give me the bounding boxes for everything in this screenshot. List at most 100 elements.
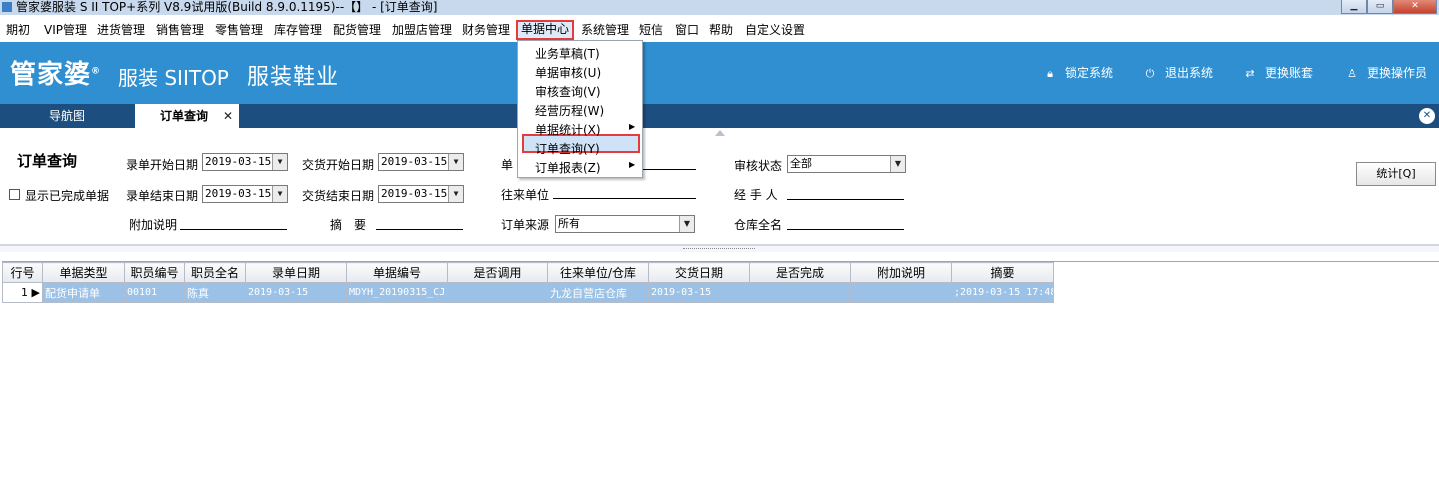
partner-input[interactable] bbox=[553, 198, 696, 199]
show-completed-checkbox[interactable] bbox=[9, 189, 20, 200]
brand-logo: 管家婆® bbox=[10, 60, 102, 90]
tab-bar: 导航图 订单查询 ✕ ✕ bbox=[0, 104, 1439, 128]
menu-item-vip[interactable]: VIP管理 bbox=[44, 21, 87, 39]
menu-item-franchise[interactable]: 加盟店管理 bbox=[392, 21, 452, 39]
audit-status-select[interactable]: 全部 ▼ bbox=[787, 155, 906, 173]
menu-item-system[interactable]: 系统管理 bbox=[581, 21, 629, 39]
table-row[interactable]: 1 ▶ 配货申请单 00101 陈真 2019-03-15 MDYH_20190… bbox=[2, 282, 1054, 303]
handler-input[interactable] bbox=[787, 199, 904, 200]
menu-item-document-statistics[interactable]: 单据统计(X) bbox=[535, 121, 601, 138]
menu-item-business-draft[interactable]: 业务草稿(T) bbox=[535, 45, 600, 62]
tab-order-query[interactable]: 订单查询 ✕ bbox=[135, 104, 239, 128]
chevron-down-icon[interactable]: ▼ bbox=[448, 154, 463, 170]
close-tab-icon[interactable]: ✕ bbox=[223, 104, 233, 128]
collapse-arrow-icon[interactable] bbox=[715, 130, 725, 136]
lock-system-button[interactable]: 🔒︎ 锁定系统 bbox=[1043, 64, 1113, 81]
completed-cell[interactable] bbox=[749, 282, 851, 303]
employee-name-cell[interactable]: 陈真 bbox=[184, 282, 246, 303]
menu-item-finance[interactable]: 财务管理 bbox=[462, 21, 510, 39]
column-header-row-number[interactable]: 行号 bbox=[2, 262, 43, 283]
delivery-start-date-label: 交货开始日期 bbox=[302, 158, 375, 172]
menu-item-order-query[interactable]: 订单查询(Y) bbox=[535, 140, 600, 157]
column-header-summary[interactable]: 摘要 bbox=[951, 262, 1054, 283]
menu-item-audit-query[interactable]: 审核查询(V) bbox=[535, 83, 601, 100]
menu-item-qichu[interactable]: 期初 bbox=[6, 21, 30, 39]
warehouse-label: 仓库全名 bbox=[734, 218, 783, 232]
product-name: 服装 SIITOP bbox=[118, 66, 229, 90]
power-icon: ⏻ bbox=[1145, 67, 1155, 80]
app-banner: 管家婆® 服装 SIITOP 服装鞋业 🔒︎ 锁定系统 ⏻ 退出系统 ⇄ 更换账套 ♙… bbox=[0, 42, 1439, 104]
close-panel-icon[interactable]: ✕ bbox=[1419, 108, 1435, 124]
column-header-extra[interactable]: 附加说明 bbox=[850, 262, 952, 283]
menu-item-purchase[interactable]: 进货管理 bbox=[97, 21, 145, 39]
chevron-down-icon[interactable]: ▼ bbox=[448, 186, 463, 202]
swap-icon: ⇄ bbox=[1245, 67, 1255, 80]
delivery-end-date-picker[interactable]: 2019-03-15 ▼ bbox=[378, 185, 464, 203]
close-button[interactable]: ✕ bbox=[1393, 0, 1437, 14]
menu-item-retail[interactable]: 零售管理 bbox=[215, 21, 263, 39]
menu-item-document-audit[interactable]: 单据审核(U) bbox=[535, 64, 601, 81]
entry-date-cell[interactable]: 2019-03-15 bbox=[245, 282, 347, 303]
menu-item-help[interactable]: 帮助 bbox=[709, 21, 733, 39]
show-completed-label: 显示已完成单据 bbox=[25, 189, 110, 203]
splitter-grip[interactable] bbox=[683, 248, 755, 250]
column-header-completed[interactable]: 是否完成 bbox=[749, 262, 851, 283]
change-account-button[interactable]: ⇄ 更换账套 bbox=[1243, 64, 1313, 81]
minimize-button[interactable]: ▁ bbox=[1341, 0, 1367, 14]
row-number-cell[interactable]: 1 ▶ bbox=[2, 282, 43, 303]
app-icon bbox=[2, 2, 12, 12]
extra-note-input[interactable] bbox=[180, 229, 287, 230]
summary-input[interactable] bbox=[376, 229, 463, 230]
partner-cell[interactable]: 九龙自营店仓库 bbox=[547, 282, 649, 303]
delivery-start-date-picker[interactable]: 2019-03-15 ▼ bbox=[378, 153, 464, 171]
warehouse-input[interactable] bbox=[787, 229, 904, 230]
splitter[interactable] bbox=[0, 244, 1439, 252]
column-header-doc-type[interactable]: 单据类型 bbox=[42, 262, 125, 283]
delivery-end-date-label: 交货结束日期 bbox=[302, 189, 375, 203]
menu-item-sales[interactable]: 销售管理 bbox=[156, 21, 204, 39]
menu-item-order-report[interactable]: 订单报表(Z) bbox=[535, 159, 601, 176]
summary-cell[interactable]: ;2019-03-15 17:48 bbox=[951, 282, 1054, 303]
menu-item-sms[interactable]: 短信 bbox=[639, 21, 663, 39]
change-operator-button[interactable]: ♙ 更换操作员 bbox=[1345, 64, 1427, 81]
doc-type-cell[interactable]: 配货申请单 bbox=[42, 282, 125, 303]
maximize-button[interactable]: ▭ bbox=[1367, 0, 1393, 14]
document-number-input[interactable] bbox=[640, 169, 696, 170]
column-header-entry-date[interactable]: 录单日期 bbox=[245, 262, 347, 283]
column-header-employee-no[interactable]: 职员编号 bbox=[124, 262, 185, 283]
chevron-down-icon[interactable]: ▼ bbox=[272, 186, 287, 202]
order-grid: 行号 单据类型 职员编号 职员全名 录单日期 单据编号 是否调用 往来单位/仓库… bbox=[2, 261, 1439, 495]
entry-end-date-label: 录单结束日期 bbox=[126, 189, 199, 203]
employee-no-cell[interactable]: 00101 bbox=[124, 282, 185, 303]
menu-item-inventory[interactable]: 库存管理 bbox=[274, 21, 322, 39]
chevron-down-icon[interactable]: ▼ bbox=[272, 154, 287, 170]
column-header-delivery-date[interactable]: 交货日期 bbox=[648, 262, 750, 283]
title-bar: 管家婆服装 S II TOP+系列 V8.9试用版(Build 8.9.0.11… bbox=[0, 0, 1439, 15]
entry-end-date-picker[interactable]: 2019-03-15 ▼ bbox=[202, 185, 288, 203]
summary-label: 摘 要 bbox=[330, 218, 367, 232]
menu-item-business-history[interactable]: 经营历程(W) bbox=[535, 102, 604, 119]
delivery-date-cell[interactable]: 2019-03-15 bbox=[648, 282, 750, 303]
order-source-select[interactable]: 所有 ▼ bbox=[555, 215, 695, 233]
chevron-down-icon[interactable]: ▼ bbox=[679, 216, 694, 232]
menu-item-distribution[interactable]: 配货管理 bbox=[333, 21, 381, 39]
called-cell[interactable] bbox=[447, 282, 548, 303]
menu-item-window[interactable]: 窗口 bbox=[675, 21, 699, 39]
menu-item-custom-settings[interactable]: 自定义设置 bbox=[745, 21, 805, 39]
row-pointer-icon: ▶ bbox=[31, 286, 40, 299]
column-header-partner[interactable]: 往来单位/仓库 bbox=[547, 262, 649, 283]
exit-system-button[interactable]: ⏻ 退出系统 bbox=[1143, 64, 1213, 81]
statistics-button[interactable]: 统计[Q] bbox=[1356, 162, 1436, 186]
document-center-dropdown: 业务草稿(T) 单据审核(U) 审核查询(V) 经营历程(W) 单据统计(X) … bbox=[517, 40, 643, 178]
user-icon: ♙ bbox=[1347, 67, 1357, 80]
column-header-called[interactable]: 是否调用 bbox=[447, 262, 548, 283]
tab-navigation-map[interactable]: 导航图 bbox=[2, 104, 132, 128]
column-header-doc-no[interactable]: 单据编号 bbox=[346, 262, 448, 283]
menu-item-document-center[interactable]: 单据中心 bbox=[516, 20, 575, 40]
extra-cell[interactable] bbox=[850, 282, 952, 303]
entry-start-date-picker[interactable]: 2019-03-15 ▼ bbox=[202, 153, 288, 171]
doc-no-cell[interactable]: MDYH_20190315_CJ bbox=[346, 282, 448, 303]
chevron-down-icon[interactable]: ▼ bbox=[890, 156, 905, 172]
submenu-arrow-icon: ▶ bbox=[629, 122, 636, 131]
column-header-employee-name[interactable]: 职员全名 bbox=[184, 262, 246, 283]
